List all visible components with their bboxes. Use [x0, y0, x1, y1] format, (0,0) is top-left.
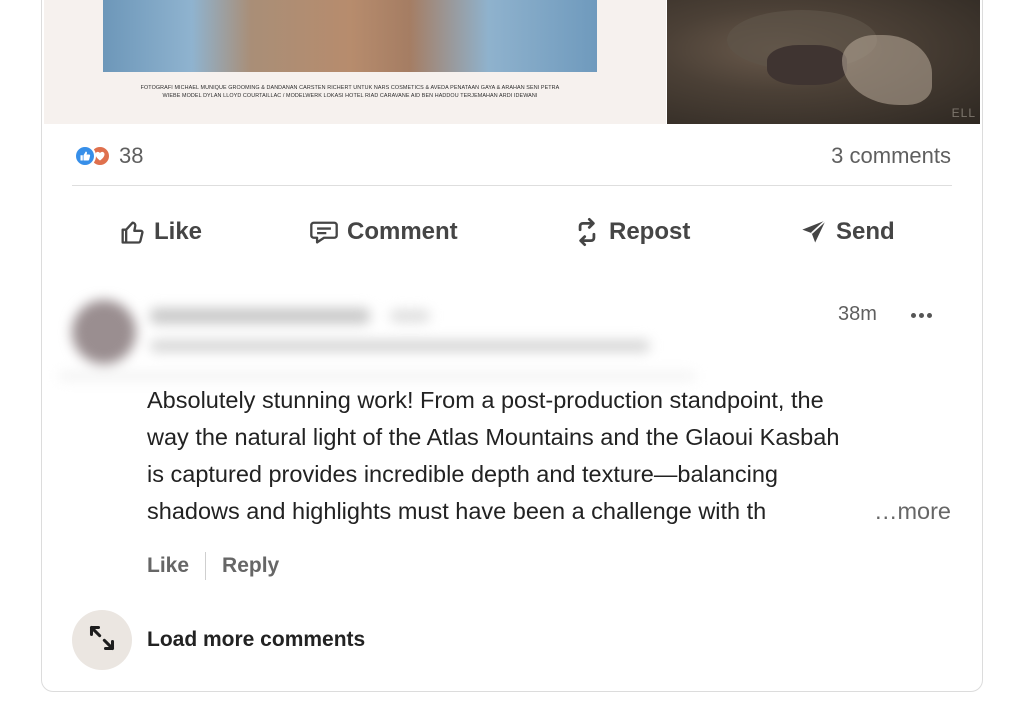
comment-line: way the natural light of the Atlas Mount…: [147, 424, 840, 450]
photo-credits-line2: WIEBE MODEL DYLAN LLOYD COURTAILLAC / MO…: [162, 93, 538, 99]
comment-options-button[interactable]: [906, 304, 936, 326]
comment-reply-button[interactable]: Reply: [222, 554, 279, 578]
photo-credits: FOTOGRAFI MICHAEL MUNIQUE GROOMING & DAN…: [100, 84, 600, 100]
comment-like-button[interactable]: Like: [147, 554, 189, 578]
commenter-name-redacted: [150, 308, 370, 324]
comment-line: Absolutely stunning work! From a post-pr…: [147, 387, 824, 413]
comment-text: Absolutely stunning work! From a post-pr…: [147, 382, 957, 530]
ellipsis-dot: [926, 312, 932, 318]
image-watermark: ELL: [951, 106, 976, 120]
photo-credits-line1: FOTOGRAFI MICHAEL MUNIQUE GROOMING & DAN…: [140, 85, 560, 91]
repost-arrows-icon: [573, 217, 601, 247]
thumbs-up-icon: [118, 218, 146, 246]
ellipsis-dot: [910, 312, 916, 318]
commenter-headline-redacted: [150, 340, 650, 352]
repost-button-label: Repost: [609, 218, 691, 245]
avatar: [72, 300, 136, 364]
expand-icon: [88, 624, 116, 657]
load-more-comments-button[interactable]: [72, 610, 132, 670]
reaction-count: 38: [119, 143, 144, 168]
comment-button[interactable]: Comment: [309, 215, 458, 249]
repost-button[interactable]: Repost: [573, 215, 690, 249]
comment-line: shadows and highlights must have been a …: [147, 498, 767, 524]
image-shape: [842, 35, 932, 105]
comment-button-label: Comment: [347, 218, 458, 245]
reactions-summary[interactable]: 38: [74, 142, 143, 170]
like-icon: [74, 145, 96, 167]
send-button[interactable]: Send: [800, 215, 895, 249]
paper-plane-icon: [800, 218, 828, 246]
comment-timestamp: 38m: [838, 303, 877, 325]
blur-edge: [60, 372, 695, 380]
comment-bubble-icon: [309, 218, 339, 246]
like-button[interactable]: Like: [118, 215, 202, 249]
divider: [205, 552, 207, 580]
ellipsis-dot: [918, 312, 924, 318]
divider: [72, 185, 952, 186]
image-shape: [767, 45, 847, 85]
image-denim-detail: [103, 0, 597, 72]
comment-actions: Like Reply: [147, 551, 279, 581]
see-more-link[interactable]: …more: [859, 493, 951, 530]
load-more-comments-label[interactable]: Load more comments: [147, 628, 365, 652]
connection-degree-redacted: [390, 310, 430, 322]
send-button-label: Send: [836, 218, 895, 245]
commenter-identity-blurred[interactable]: [60, 292, 695, 384]
like-button-label: Like: [154, 218, 203, 245]
post-image-right[interactable]: ELL: [667, 0, 980, 124]
comment-line: is captured provides incredible depth an…: [147, 461, 778, 487]
comments-count-link[interactable]: 3 comments: [831, 143, 951, 169]
